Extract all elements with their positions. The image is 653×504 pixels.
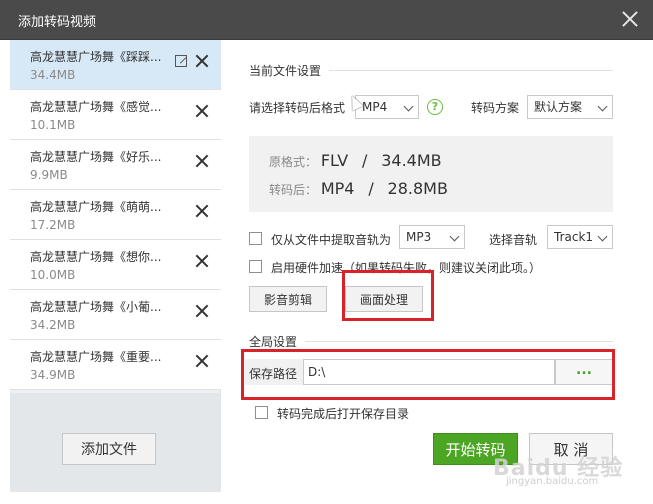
divider (305, 341, 613, 342)
left-footer: 添加文件 (10, 393, 221, 492)
list-item[interactable]: 高龙慧慧广场舞《想你... 10.0MB (10, 240, 221, 290)
add-file-button[interactable]: 添加文件 (62, 433, 156, 465)
file-size: 10.0MB (30, 268, 76, 282)
remove-icon[interactable] (195, 104, 209, 118)
converted-label: 转码后： (269, 183, 318, 197)
scheme-value: 默认方案 (534, 100, 583, 114)
remove-icon[interactable] (195, 354, 209, 368)
title-bar: 添加转码视频 (0, 0, 653, 40)
remove-icon[interactable] (195, 204, 209, 218)
track-select[interactable]: Track1 (547, 225, 613, 249)
file-name: 高龙慧慧广场舞《重要... (30, 350, 162, 364)
file-size: 34.9MB (30, 368, 76, 382)
converted-size: 28.8MB (387, 179, 448, 198)
conversion-info: 原格式： FLV / 34.4MB 转码后： MP4 / 28.8MB (249, 136, 613, 212)
chevron-down-icon (403, 101, 414, 112)
file-size: 17.2MB (30, 218, 76, 232)
chevron-down-icon (449, 231, 460, 242)
audio-format-select[interactable]: MP3 (399, 225, 465, 249)
hw-accel-checkbox[interactable] (249, 260, 262, 273)
track-value: Track1 (554, 230, 594, 244)
file-size: 9.9MB (30, 168, 68, 182)
chevron-down-icon (597, 101, 608, 112)
converted-separator: / (368, 179, 374, 198)
remove-icon[interactable] (195, 54, 209, 68)
remove-icon[interactable] (195, 254, 209, 268)
list-item[interactable]: 高龙慧慧广场舞《重要... 34.9MB (10, 340, 221, 390)
remove-icon[interactable] (195, 304, 209, 318)
remove-icon[interactable] (195, 154, 209, 168)
settings-panel: 当前文件设置 请选择转码后格式 MP4 ? 转码方案 默认方案 原格式： FLV… (221, 40, 643, 492)
current-settings-title: 当前文件设置 (249, 64, 322, 78)
file-name: 高龙慧慧广场舞《想你... (30, 250, 162, 264)
track-label: 选择音轨 (489, 233, 538, 247)
scheme-select[interactable]: 默认方案 (527, 95, 613, 119)
close-icon[interactable] (621, 10, 639, 28)
list-item[interactable]: 高龙慧慧广场舞《萌萌... 17.2MB (10, 190, 221, 240)
global-settings-title: 全局设置 (249, 335, 298, 349)
file-name: 高龙慧慧广场舞《小葡... (30, 300, 162, 314)
divider (329, 70, 613, 71)
format-label: 请选择转码后格式 (249, 101, 346, 115)
list-item[interactable]: 高龙慧慧广场舞《感觉... 10.1MB (10, 90, 221, 140)
transcode-dialog: 添加转码视频 高龙慧慧广场舞《踩踩... 34.4MB 高龙慧慧广场舞《感觉..… (0, 0, 653, 504)
scheme-label: 转码方案 (471, 101, 520, 115)
converted-format: MP4 (320, 179, 355, 198)
list-item[interactable]: 高龙慧慧广场舞《好乐... 9.9MB (10, 140, 221, 190)
chevron-down-icon (597, 231, 608, 242)
file-name: 高龙慧慧广场舞《踩踩... (30, 50, 162, 64)
file-size: 34.2MB (30, 318, 76, 332)
highlight-box (342, 270, 434, 321)
edit-icon[interactable] (175, 55, 187, 67)
file-name: 高龙慧慧广场舞《好乐... (30, 150, 162, 164)
file-size: 34.4MB (30, 68, 76, 82)
original-format: FLV (320, 151, 349, 170)
list-item[interactable]: 高龙慧慧广场舞《踩踩... 34.4MB (10, 40, 221, 90)
list-item[interactable]: 高龙慧慧广场舞《小葡... 34.2MB (10, 290, 221, 340)
converted-info: 转码后： MP4 / 28.8MB (269, 179, 448, 198)
audio-extract-checkbox[interactable] (249, 232, 262, 245)
file-name: 高龙慧慧广场舞《萌萌... (30, 200, 162, 214)
audio-format-value: MP3 (406, 230, 432, 244)
highlight-box (241, 349, 615, 400)
file-size: 10.1MB (30, 118, 76, 132)
original-size: 34.4MB (381, 151, 442, 170)
open-dir-checkbox[interactable] (255, 406, 268, 419)
video-edit-button[interactable]: 影音剪辑 (249, 286, 327, 312)
original-label: 原格式： (269, 155, 318, 169)
original-info: 原格式： FLV / 34.4MB (269, 151, 442, 170)
open-dir-label: 转码完成后打开保存目录 (277, 407, 410, 421)
watermark-url: jingyan.baidu.com (506, 476, 599, 487)
format-select[interactable]: MP4 (355, 95, 419, 119)
help-icon[interactable]: ? (427, 99, 443, 115)
audio-extract-label: 仅从文件中提取音轨为 (271, 233, 392, 247)
window-title: 添加转码视频 (18, 15, 97, 30)
original-separator: / (361, 151, 368, 170)
format-value: MP4 (362, 100, 388, 114)
file-name: 高龙慧慧广场舞《感觉... (30, 100, 162, 114)
